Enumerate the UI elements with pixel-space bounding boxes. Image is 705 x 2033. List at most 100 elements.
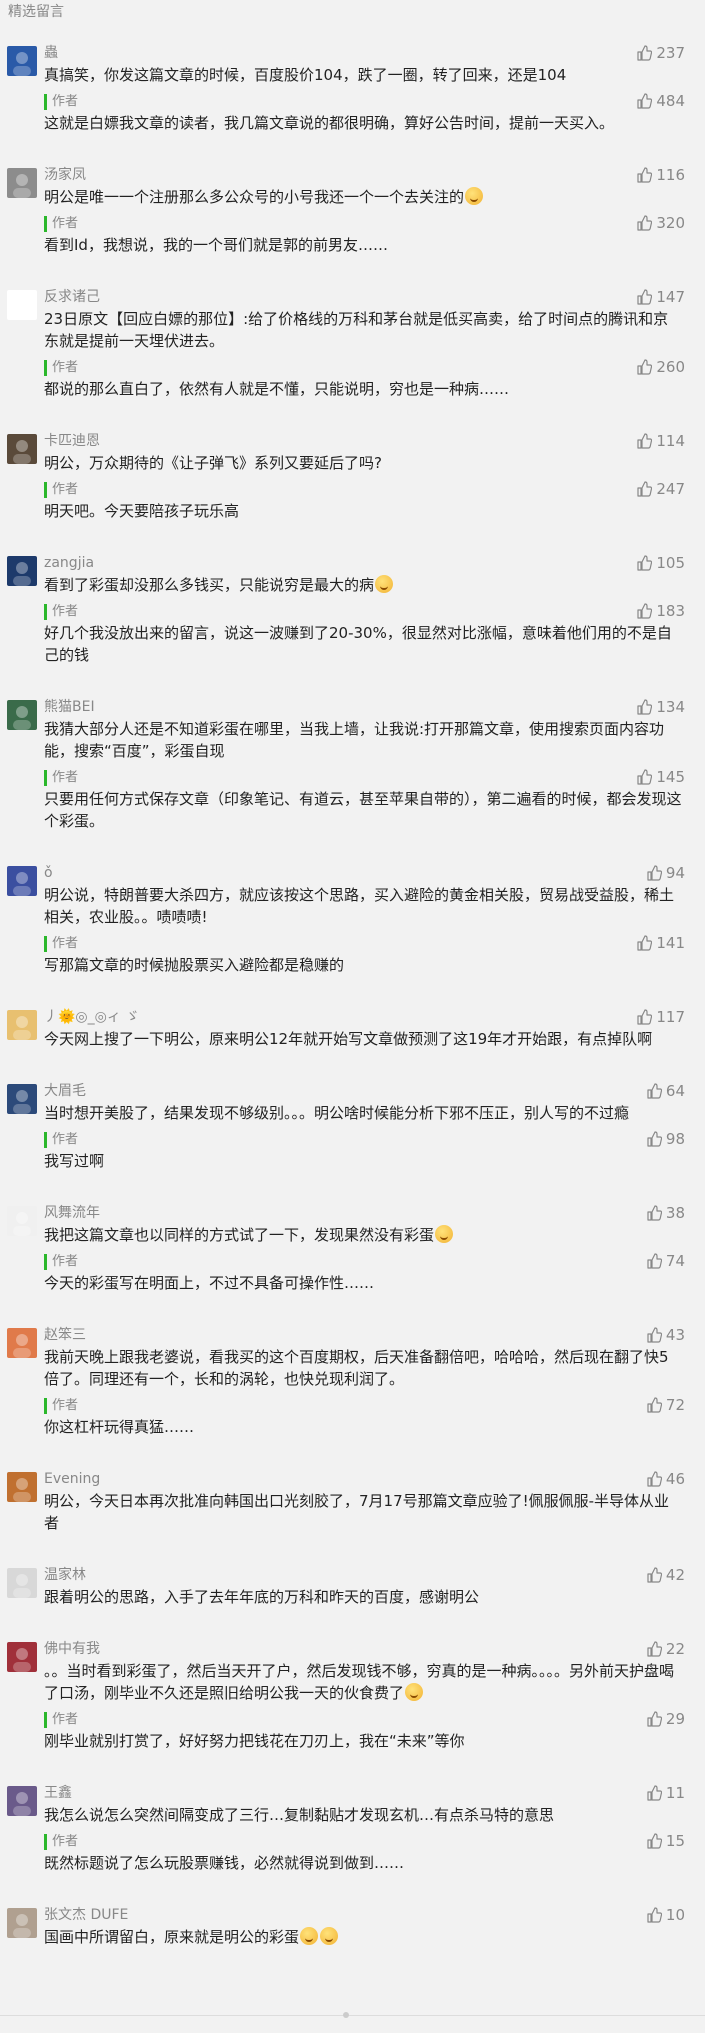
comment-text: 明公，今天日本再次批准向韩国出口光刻胶了，7月17号那篇文章应验了!佩服佩服-半…: [44, 1492, 670, 1532]
commenter-name[interactable]: 卡匹迪恩: [44, 433, 100, 449]
commenter-name[interactable]: Evening: [44, 1471, 100, 1487]
reply-like-button[interactable]: 74: [646, 1250, 685, 1272]
reply-like-count: 484: [656, 92, 685, 110]
avatar[interactable]: [7, 1084, 37, 1114]
avatar[interactable]: [7, 866, 37, 896]
like-count: 147: [656, 288, 685, 306]
thumbs-up-icon: [636, 481, 656, 497]
reply-like-button[interactable]: 141: [636, 932, 685, 954]
thumbs-up-icon: [646, 1253, 666, 1269]
avatar[interactable]: [7, 290, 37, 320]
author-label: 作者: [44, 94, 78, 110]
commenter-name[interactable]: 风舞流年: [44, 1205, 100, 1221]
reply-like-button[interactable]: 260: [636, 356, 685, 378]
reply-like-button[interactable]: 145: [636, 766, 685, 788]
like-button[interactable]: 38: [646, 1202, 685, 1224]
commenter-name[interactable]: 王鑫: [44, 1785, 72, 1801]
like-button[interactable]: 117: [636, 1006, 685, 1028]
reply-like-button[interactable]: 72: [646, 1394, 685, 1416]
commenter-name[interactable]: ǒ: [44, 865, 53, 881]
reply-like-button[interactable]: 320: [636, 212, 685, 234]
commenter-name[interactable]: 蟲: [44, 45, 58, 61]
avatar[interactable]: [7, 434, 37, 464]
author-label: 作者: [44, 1712, 78, 1728]
reply-like-button[interactable]: 484: [636, 90, 685, 112]
avatar[interactable]: [7, 556, 37, 586]
like-button[interactable]: 105: [636, 552, 685, 574]
avatar[interactable]: [7, 1206, 37, 1236]
like-button[interactable]: 94: [646, 862, 685, 884]
like-button[interactable]: 42: [646, 1564, 685, 1586]
like-count: 105: [656, 554, 685, 572]
reply-text: 写那篇文章的时候抛股票买入避险都是稳赚的: [44, 956, 345, 974]
commenter-name[interactable]: zangjia: [44, 555, 94, 571]
bottom-dot: [343, 2012, 349, 2018]
thumbs-up-icon: [636, 1009, 656, 1025]
commenter-name[interactable]: 熊猫BEI: [44, 699, 95, 715]
reply-text: 既然标题说了怎么玩股票赚钱，必然就得说到做到……: [44, 1854, 405, 1872]
comment-text: 我前天晚上跟我老婆说，看我买的这个百度期权，后天准备翻倍吧，哈哈哈，然后现在翻了…: [44, 1348, 669, 1388]
reply-like-button[interactable]: 15: [646, 1830, 685, 1852]
commenter-name[interactable]: 汤家凤: [44, 167, 86, 183]
comment-list: 蟲 237 真搞笑，你发这篇文章的时候，百度股价104，跌了一圈，转了回来，还是…: [0, 28, 705, 1964]
avatar[interactable]: [7, 1908, 37, 1938]
like-button[interactable]: 114: [636, 430, 685, 452]
avatar[interactable]: [7, 1568, 37, 1598]
avatar[interactable]: [7, 168, 37, 198]
comment-item: 佛中有我 22 。。当时看到彩蛋了，然后当天开了户，然后发现钱不够，穷真的是一种…: [0, 1624, 705, 1768]
avatar[interactable]: [7, 700, 37, 730]
avatar[interactable]: [7, 1472, 37, 1502]
author-label: 作者: [44, 216, 78, 232]
like-button[interactable]: 134: [636, 696, 685, 718]
commenter-name[interactable]: 佛中有我: [44, 1641, 100, 1657]
emoji-icon: [405, 1683, 424, 1701]
commenter-name[interactable]: 张文杰 DUFE: [44, 1907, 128, 1923]
reply-text: 只要用任何方式保存文章（印象笔记、有道云，甚至苹果自带的），第二遍看的时候，都会…: [44, 790, 682, 830]
reply-like-button[interactable]: 183: [636, 600, 685, 622]
like-button[interactable]: 46: [646, 1468, 685, 1490]
reply-text: 明天吧。今天要陪孩子玩乐高: [44, 502, 240, 520]
reply-like-button[interactable]: 98: [646, 1128, 685, 1150]
reply-like-button[interactable]: 29: [646, 1708, 685, 1730]
like-count: 38: [665, 1204, 685, 1222]
commenter-name[interactable]: 温家林: [44, 1567, 86, 1583]
comment-item: 赵笨三 43 我前天晚上跟我老婆说，看我买的这个百度期权，后天准备翻倍吧，哈哈哈…: [0, 1310, 705, 1454]
reply-like-button[interactable]: 247: [636, 478, 685, 500]
like-count: 64: [665, 1082, 685, 1100]
comment-item: ǒ 94 明公说，特朗普要大杀四方，就应该按这个思路，买入避险的黄金相关股，贸易…: [0, 848, 705, 992]
comment-text: 跟着明公的思路，入手了去年年底的万科和昨天的百度，感谢明公: [44, 1588, 480, 1606]
like-count: 117: [656, 1008, 685, 1026]
like-button[interactable]: 64: [646, 1080, 685, 1102]
author-label: 作者: [44, 1132, 78, 1148]
avatar[interactable]: [7, 46, 37, 76]
like-button[interactable]: 147: [636, 286, 685, 308]
comment-text: 我把这篇文章也以同样的方式试了一下，发现果然没有彩蛋: [44, 1226, 435, 1244]
like-button[interactable]: 22: [646, 1638, 685, 1660]
thumbs-up-icon: [646, 1327, 666, 1343]
commenter-name[interactable]: 反求诸己: [44, 289, 100, 305]
like-button[interactable]: 237: [636, 42, 685, 64]
comment-item: 丿🌞◎_◎ィ ゞ 117 今天网上搜了一下明公，原来明公12年就开始写文章做预测…: [0, 992, 705, 1066]
like-button[interactable]: 43: [646, 1324, 685, 1346]
avatar[interactable]: [7, 1786, 37, 1816]
like-button[interactable]: 10: [646, 1904, 685, 1926]
thumbs-up-icon: [646, 1205, 666, 1221]
author-label: 作者: [44, 604, 78, 620]
comment-item: 风舞流年 38 我把这篇文章也以同样的方式试了一下，发现果然没有彩蛋 作者 74…: [0, 1188, 705, 1310]
comment-text: 23日原文【回应白嫖的那位】:给了价格线的万科和茅台就是低买高卖，给了时间点的腾…: [44, 310, 669, 350]
reply-like-count: 260: [656, 358, 685, 376]
reply-like-count: 29: [665, 1710, 685, 1728]
comment-item: 王鑫 11 我怎么说怎么突然间隔变成了三行…复制黏贴才发现玄机…有点杀马特的意思…: [0, 1768, 705, 1890]
like-button[interactable]: 11: [646, 1782, 685, 1804]
avatar[interactable]: [7, 1328, 37, 1358]
avatar[interactable]: [7, 1010, 37, 1040]
commenter-name[interactable]: 赵笨三: [44, 1327, 86, 1343]
comment-text: 我猜大部分人还是不知道彩蛋在哪里，当我上墙，让我说:打开那篇文章，使用搜索页面内…: [44, 720, 665, 760]
commenter-name[interactable]: 丿🌞◎_◎ィ ゞ: [44, 1009, 139, 1025]
thumbs-up-icon: [646, 1471, 666, 1487]
commenter-name[interactable]: 大眉毛: [44, 1083, 86, 1099]
like-button[interactable]: 116: [636, 164, 685, 186]
reply-text: 看到Id，我想说，我的一个哥们就是郭的前男友……: [44, 236, 388, 254]
thumbs-up-icon: [646, 1711, 666, 1727]
avatar[interactable]: [7, 1642, 37, 1672]
